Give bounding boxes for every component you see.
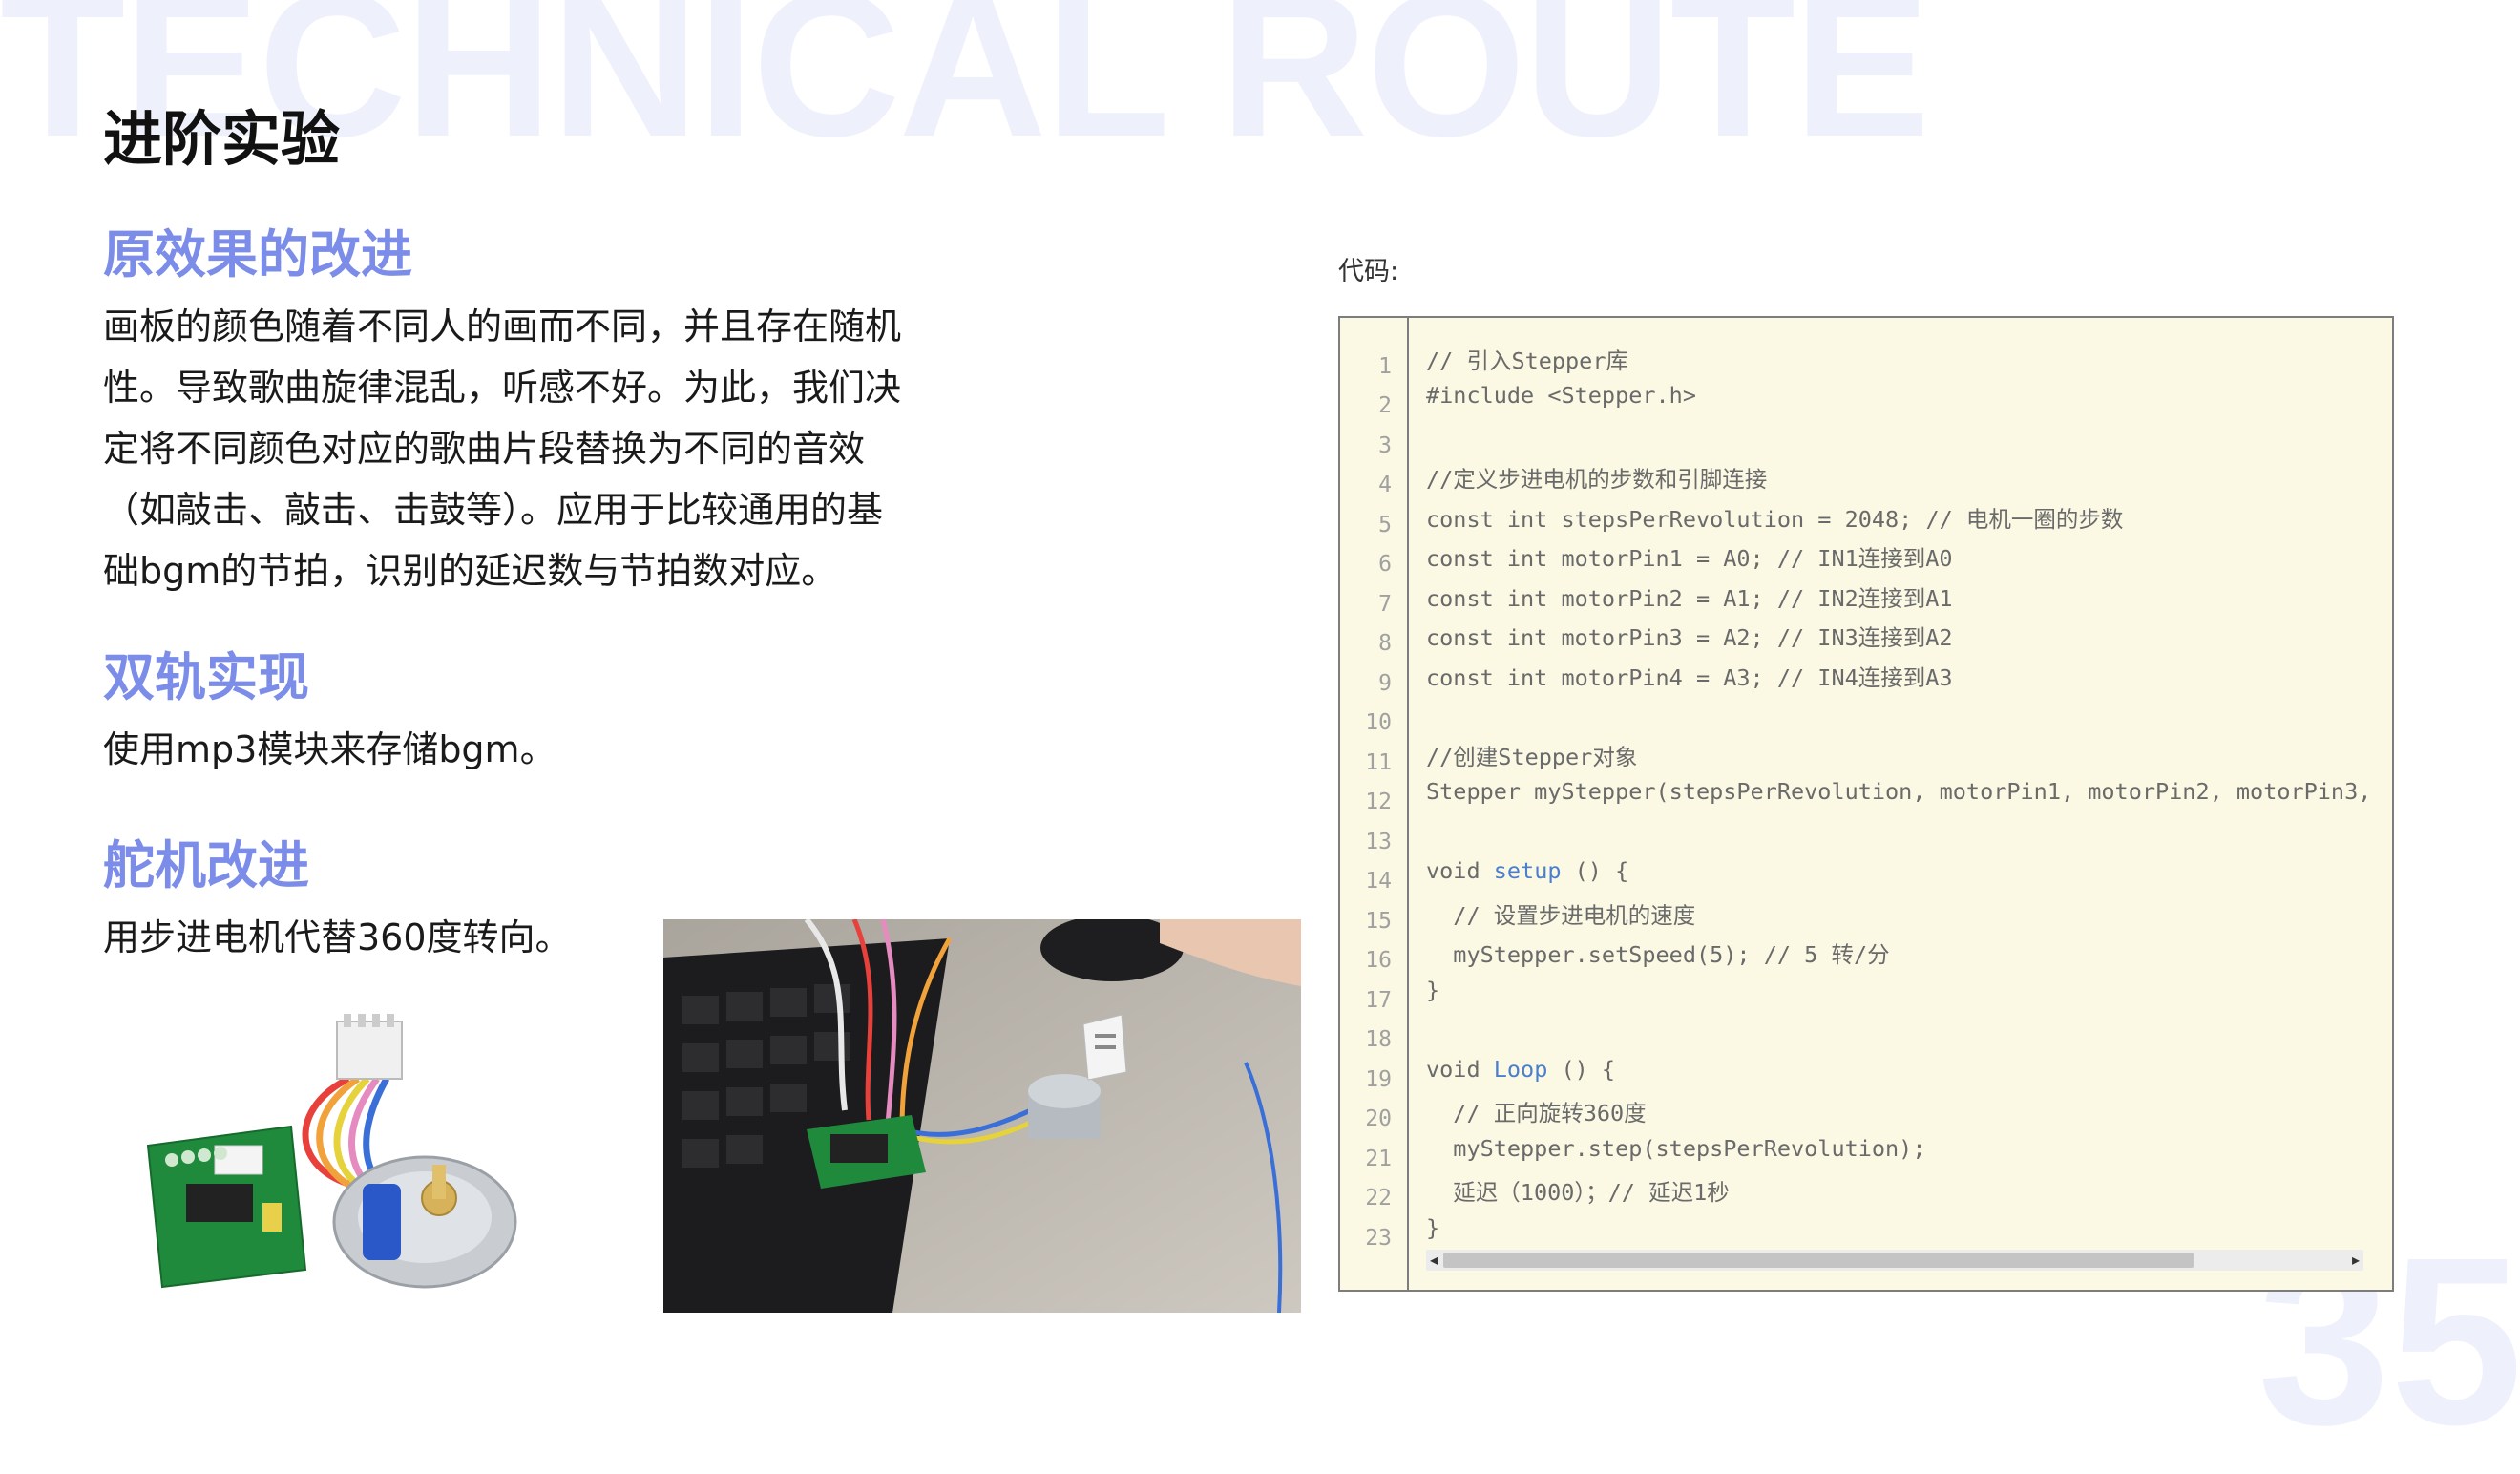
text-line: 础bgm的节拍，识别的延迟数与节拍数对应。 xyxy=(103,550,838,592)
scrollbar-thumb[interactable] xyxy=(1443,1253,2194,1268)
code-line: 延迟（1000）；// 延迟1秒 xyxy=(1426,1179,1730,1206)
code-text: void xyxy=(1426,857,1494,884)
code-line: const int motorPin3 = A2; // IN3连接到A2 xyxy=(1426,624,1953,651)
code-line: //创建Stepper对象 xyxy=(1426,744,1638,770)
line-number: 3 xyxy=(1378,433,1392,458)
code-line: const int stepsPerRevolution = 2048; // … xyxy=(1426,506,2124,533)
text-line: （如敲击、敲击、击鼓等）。应用于比较通用的基 xyxy=(103,489,884,531)
line-number: 17 xyxy=(1365,988,1392,1013)
function-name-loop: Loop xyxy=(1493,1056,1548,1083)
code-line: myStepper.step(stepsPerRevolution); xyxy=(1426,1135,1926,1162)
code-line-setup: void setup () { xyxy=(1426,857,1628,884)
section-body-improvement: 画板的颜色随着不同人的画而不同，并且存在随机 性。导致歌曲旋律混乱，听感不好。为… xyxy=(103,296,901,601)
code-block[interactable]: 1 2 3 4 5 6 7 8 9 10 11 12 13 14 15 16 1… xyxy=(1338,316,2394,1292)
stepper-motor-photo xyxy=(129,1002,549,1298)
text-line: 性。导致歌曲旋律混乱，听感不好。为此，我们决 xyxy=(103,367,902,409)
scroll-right-arrow-icon[interactable]: ▸ xyxy=(2352,1251,2360,1270)
horizontal-scrollbar[interactable]: ◂ ▸ xyxy=(1426,1250,2363,1271)
line-number: 13 xyxy=(1365,830,1392,854)
code-text: () { xyxy=(1547,1056,1616,1083)
code-text: void xyxy=(1426,1056,1494,1083)
code-content[interactable]: // 引入Stepper库 #include <Stepper.h> //定义步… xyxy=(1426,318,2383,1252)
code-line: const int motorPin2 = A1; // IN2连接到A1 xyxy=(1426,585,1953,612)
line-number: 22 xyxy=(1365,1186,1392,1211)
line-number: 16 xyxy=(1365,948,1392,973)
code-line-loop: void Loop () { xyxy=(1426,1056,1615,1083)
code-line: //定义步进电机的步数和引脚连接 xyxy=(1426,466,1768,493)
line-number: 18 xyxy=(1365,1027,1392,1052)
code-line: myStepper.setSpeed(5); // 5 转/分 xyxy=(1426,941,1890,968)
stepper-motor-illustration xyxy=(146,1014,517,1289)
code-line: #include <Stepper.h> xyxy=(1426,382,1696,409)
section-heading-servo: 舵机改进 xyxy=(103,835,309,895)
line-number: 8 xyxy=(1378,631,1392,656)
line-number: 7 xyxy=(1378,592,1392,617)
line-number: 4 xyxy=(1378,473,1392,497)
line-number: 21 xyxy=(1365,1147,1392,1171)
section-heading-improvement: 原效果的改进 xyxy=(103,224,412,284)
line-number: 12 xyxy=(1365,790,1392,814)
desk-setup-photo xyxy=(663,919,1301,1313)
section-body-servo: 用步进电机代替360度转向。 xyxy=(103,907,572,968)
line-number: 6 xyxy=(1378,552,1392,577)
code-line: // 设置步进电机的速度 xyxy=(1426,902,1696,929)
line-number: 19 xyxy=(1365,1067,1392,1092)
text-line: 使用mp3模块来存储bgm。 xyxy=(103,728,556,770)
text-line: 用步进电机代替360度转向。 xyxy=(103,916,572,958)
code-line: const int motorPin4 = A3; // IN4连接到A3 xyxy=(1426,664,1953,691)
line-number: 23 xyxy=(1365,1226,1392,1251)
line-number: 1 xyxy=(1378,354,1392,379)
code-line: const int motorPin1 = A0; // IN1连接到A0 xyxy=(1426,545,1953,572)
line-number: 15 xyxy=(1365,909,1392,934)
line-number: 20 xyxy=(1365,1106,1392,1131)
text-line: 画板的颜色随着不同人的画而不同，并且存在随机 xyxy=(103,305,902,347)
line-number: 14 xyxy=(1365,869,1392,894)
line-number: 5 xyxy=(1378,513,1392,537)
line-number: 9 xyxy=(1378,671,1392,696)
code-line: } xyxy=(1426,1214,1440,1241)
line-number: 2 xyxy=(1378,393,1392,418)
desk-setup-illustration xyxy=(663,919,1301,1313)
line-number-gutter: 1 2 3 4 5 6 7 8 9 10 11 12 13 14 15 16 1… xyxy=(1340,318,1409,1290)
line-number: 11 xyxy=(1365,750,1392,775)
section-heading-dual-track: 双轨实现 xyxy=(103,647,309,707)
page-title: 进阶实验 xyxy=(103,104,341,174)
line-number: 10 xyxy=(1365,710,1392,735)
section-body-dual-track: 使用mp3模块来存储bgm。 xyxy=(103,719,556,780)
scroll-left-arrow-icon[interactable]: ◂ xyxy=(1430,1251,1438,1270)
function-name-setup: setup xyxy=(1493,857,1562,884)
code-text: () { xyxy=(1561,857,1629,884)
code-line: // 正向旋转360度 xyxy=(1426,1100,1647,1127)
code-line: } xyxy=(1426,977,1440,1003)
code-line: Stepper myStepper(stepsPerRevolution, mo… xyxy=(1426,778,2372,805)
text-line: 定将不同颜色对应的歌曲片段替换为不同的音效 xyxy=(103,428,866,470)
code-label: 代码: xyxy=(1338,257,1399,286)
code-line: // 引入Stepper库 xyxy=(1426,347,1628,374)
